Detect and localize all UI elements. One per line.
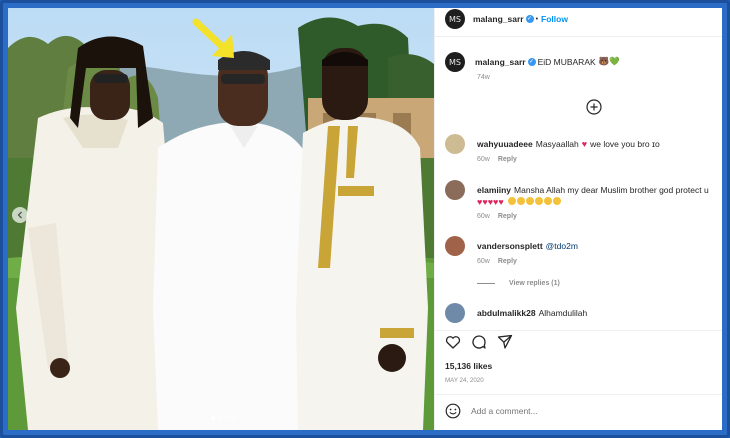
comment: wahyuuadeee Masyaallah ♥ we love you bro… [445, 134, 660, 154]
comment-text-after: we love you bro ɪo [590, 139, 660, 149]
reply-button[interactable]: Reply [498, 156, 517, 163]
commenter-avatar[interactable] [445, 180, 465, 200]
photo-illustration [8, 8, 434, 430]
post-sidebar: MS malang_sarr ✓ • Follow MS malang_sarr… [434, 8, 722, 430]
action-bar [445, 334, 513, 350]
post-photo [8, 8, 434, 430]
plus-circle-icon [586, 99, 602, 115]
view-replies-label: View replies (1) [509, 280, 560, 287]
follow-button[interactable]: Follow [541, 14, 568, 24]
caption: MS malang_sarr ✓ EiD MUBARAK 🐻💚 [445, 52, 620, 72]
comment-username[interactable]: vandersonsplett [477, 241, 543, 251]
add-comment-input[interactable] [471, 406, 671, 416]
commenter-avatar[interactable] [445, 134, 465, 154]
comment-time: 60w [477, 258, 490, 265]
comment-username[interactable]: abdulmalikk28 [477, 308, 536, 318]
caption-text: EiD MUBARAK [537, 57, 596, 67]
caption-emojis: 🐻💚 [598, 57, 620, 67]
reply-button[interactable]: Reply [498, 213, 517, 220]
likes-count[interactable]: 15,136 likes [445, 361, 492, 371]
actions-divider [435, 330, 722, 331]
header-dot: • [535, 15, 539, 23]
replies-line [477, 283, 495, 284]
comment: vandersonsplett @tdo2m [445, 236, 578, 256]
comment-username[interactable]: wahyuuadeee [477, 139, 533, 149]
chevron-left-icon [17, 211, 22, 219]
comment-time: 60w [477, 213, 490, 220]
caption-time: 74w [477, 74, 490, 81]
verified-icon: ✓ [527, 58, 536, 66]
commenter-avatar[interactable] [445, 236, 465, 256]
comment-icon[interactable] [471, 334, 487, 350]
caption-avatar[interactable]: MS [445, 52, 465, 72]
comment-meta: 60w Reply [477, 213, 517, 220]
send-icon[interactable] [497, 334, 513, 350]
carousel-prev-button[interactable] [12, 207, 28, 223]
heart-icon[interactable] [445, 334, 461, 350]
comment-mention[interactable]: @tdo2m [546, 241, 578, 251]
post-header: MS malang_sarr ✓ • Follow [445, 9, 568, 29]
author-username[interactable]: malang_sarr [473, 14, 524, 24]
verified-icon: ✓ [525, 15, 534, 23]
comment-reactions: ♥♥♥♥♥ [477, 192, 562, 210]
comment-time: 60w [477, 156, 490, 163]
heart-icon: ♥ [498, 197, 504, 207]
author-avatar[interactable]: MS [445, 9, 465, 29]
add-comment-row [445, 403, 671, 419]
clapping-hands-icon [508, 196, 517, 205]
commenter-avatar[interactable] [445, 303, 465, 323]
load-more-comments-button[interactable] [586, 99, 602, 120]
smiley-icon[interactable] [445, 403, 461, 419]
post-date: MAY 24, 2020 [445, 377, 484, 384]
clapping-hands-icon [544, 196, 553, 205]
view-replies-button[interactable]: View replies (1) [477, 280, 560, 287]
comment-box-divider [435, 394, 722, 395]
reply-button[interactable]: Reply [498, 258, 517, 265]
clapping-hands-icon [553, 196, 562, 205]
comment-text: Alhamdulilah [538, 308, 588, 318]
comment-meta: 60w Reply [477, 258, 517, 265]
comment-text: Masyaallah [535, 139, 579, 149]
header-divider [435, 36, 722, 37]
comment-meta: 60w Reply [477, 156, 517, 163]
caption-username[interactable]: malang_sarr [475, 57, 526, 67]
clapping-hands-icon [526, 196, 535, 205]
comment: abdulmalikk28 Alhamdulilah [445, 303, 587, 323]
clapping-hands-icon [535, 196, 544, 205]
instagram-post-window: MS malang_sarr ✓ • Follow MS malang_sarr… [8, 8, 722, 430]
clapping-hands-icon [517, 196, 526, 205]
heart-icon: ♥ [581, 139, 588, 149]
